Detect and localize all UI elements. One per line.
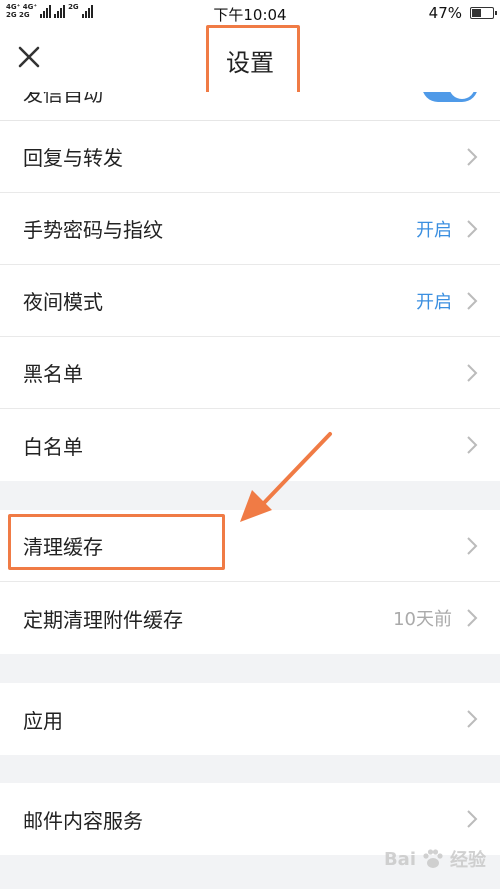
- watermark-suffix: 经验: [450, 850, 486, 871]
- watermark-brand: Bai: [383, 848, 416, 870]
- baidu-watermark: Bai 经验: [384, 846, 486, 872]
- annotation-arrow-icon: [240, 432, 332, 522]
- paw-icon: [423, 849, 443, 868]
